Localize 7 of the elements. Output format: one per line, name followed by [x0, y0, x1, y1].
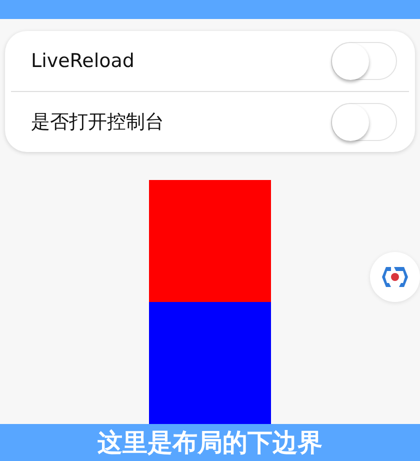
hexagon-icon: [382, 264, 408, 290]
setting-label: 是否打开控制台: [31, 110, 164, 135]
floating-button[interactable]: [370, 252, 420, 302]
footer-text: 这里是布局的下边界: [98, 430, 322, 455]
setting-label: LiveReload: [31, 50, 134, 72]
toggle-switch[interactable]: [331, 42, 397, 80]
toggle-switch[interactable]: [331, 103, 397, 141]
